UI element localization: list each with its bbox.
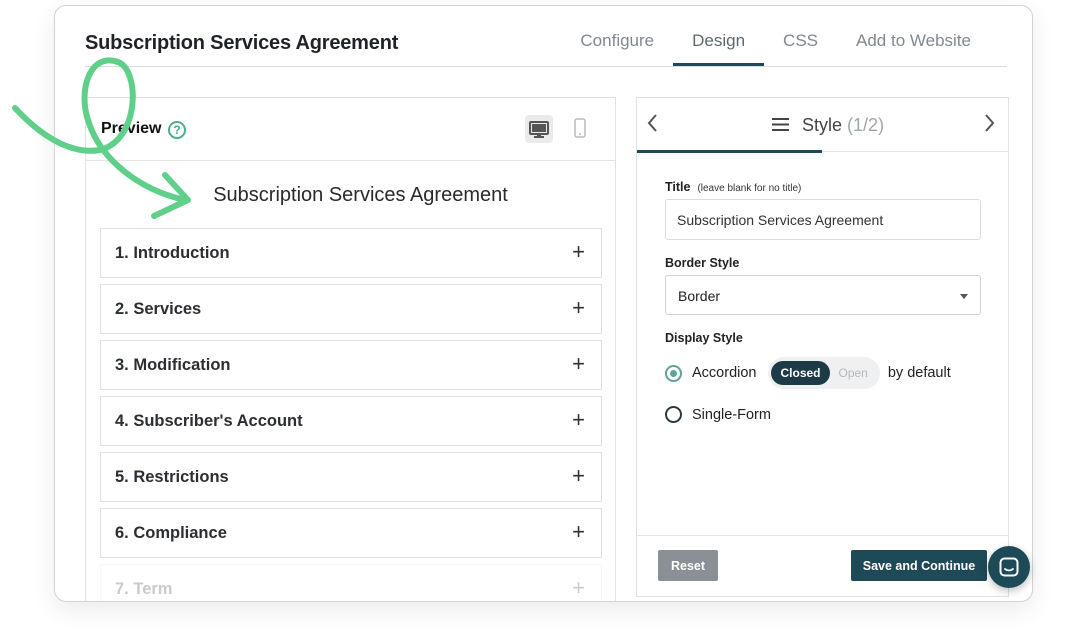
accordion-section[interactable]: 4. Subscriber's Account + <box>100 396 602 446</box>
section-label: 5. Restrictions <box>115 468 229 486</box>
default-state-toggle[interactable]: Closed Open <box>768 357 880 389</box>
tab-css[interactable]: CSS <box>764 31 837 65</box>
plus-icon[interactable]: + <box>572 241 585 263</box>
plus-icon[interactable]: + <box>572 353 585 375</box>
border-style-select[interactable]: Border <box>665 275 981 315</box>
tab-configure[interactable]: Configure <box>561 31 673 65</box>
section-list: 1. Introduction + 2. Services + 3. Modif… <box>100 228 602 601</box>
border-style-label: Border Style <box>665 256 740 270</box>
style-page-indicator: (1/2) <box>847 115 885 135</box>
chat-icon <box>999 557 1019 577</box>
page-title: Subscription Services Agreement <box>85 32 399 54</box>
plus-icon[interactable]: + <box>572 297 585 319</box>
mobile-icon[interactable] <box>574 118 586 138</box>
border-style-value: Border <box>678 288 721 304</box>
style-heading: Style (1/2) <box>802 115 884 136</box>
accordion-label: Accordion <box>692 365 757 381</box>
chevron-right-icon[interactable] <box>984 112 996 140</box>
accordion-section[interactable]: 7. Term + <box>100 564 602 601</box>
section-label: 3. Modification <box>115 356 231 374</box>
toggle-closed[interactable]: Closed <box>771 361 830 385</box>
plus-icon[interactable]: + <box>572 521 585 543</box>
single-form-option[interactable]: Single-Form <box>665 406 771 423</box>
reset-button[interactable]: Reset <box>658 550 718 581</box>
display-style-label: Display Style <box>665 331 743 345</box>
agreement-title: Subscription Services Agreement <box>213 184 508 206</box>
style-heading-label: Style <box>802 115 843 135</box>
style-header: Style (1/2) <box>637 98 1008 153</box>
title-input[interactable] <box>665 199 981 240</box>
desktop-icon[interactable] <box>525 115 553 143</box>
preview-panel: Preview ? Subscription Services Agreemen… <box>85 97 616 601</box>
accordion-section[interactable]: 1. Introduction + <box>100 228 602 278</box>
menu-icon <box>772 118 789 131</box>
save-and-continue-button[interactable]: Save and Continue <box>851 550 987 581</box>
accordion-section[interactable]: 6. Compliance + <box>100 508 602 558</box>
tab-add-to-website[interactable]: Add to Website <box>837 31 990 65</box>
chat-launcher-button[interactable] <box>988 546 1030 588</box>
style-progress-bar <box>637 150 822 153</box>
section-label: 4. Subscriber's Account <box>115 412 303 430</box>
footer-divider <box>637 535 1008 536</box>
accordion-option[interactable]: Accordion Closed Open by default <box>665 357 951 389</box>
help-icon[interactable]: ? <box>168 121 186 139</box>
section-label: 7. Term <box>115 580 173 598</box>
top-tabs: Configure Design CSS Add to Website <box>561 31 990 66</box>
preview-header: Preview ? <box>86 98 615 161</box>
title-label: Title <box>665 180 691 194</box>
plus-icon[interactable]: + <box>572 409 585 431</box>
toggle-open[interactable]: Open <box>830 361 877 385</box>
plus-icon[interactable]: + <box>572 577 585 599</box>
single-form-radio[interactable] <box>665 406 682 423</box>
by-default-text: by default <box>887 365 951 381</box>
header-divider <box>85 66 1007 67</box>
caret-down-icon <box>960 294 968 299</box>
single-form-label: Single-Form <box>692 406 771 423</box>
section-label: 2. Services <box>115 300 202 318</box>
tab-design[interactable]: Design <box>673 31 764 66</box>
title-field-label: Title (leave blank for no title) <box>665 180 801 194</box>
accordion-section[interactable]: 3. Modification + <box>100 340 602 390</box>
accordion-section[interactable]: 5. Restrictions + <box>100 452 602 502</box>
title-hint: (leave blank for no title) <box>697 183 802 194</box>
section-label: 6. Compliance <box>115 524 227 542</box>
style-panel: Style (1/2) Title (leave blank for no ti… <box>636 97 1009 597</box>
section-label: 1. Introduction <box>115 244 230 262</box>
accordion-section[interactable]: 2. Services + <box>100 284 602 334</box>
accordion-radio[interactable] <box>665 364 682 382</box>
chevron-left-icon[interactable] <box>646 112 658 140</box>
app-window: Subscription Services Agreement Configur… <box>54 5 1033 602</box>
preview-label: Preview <box>101 120 162 137</box>
plus-icon[interactable]: + <box>572 465 585 487</box>
